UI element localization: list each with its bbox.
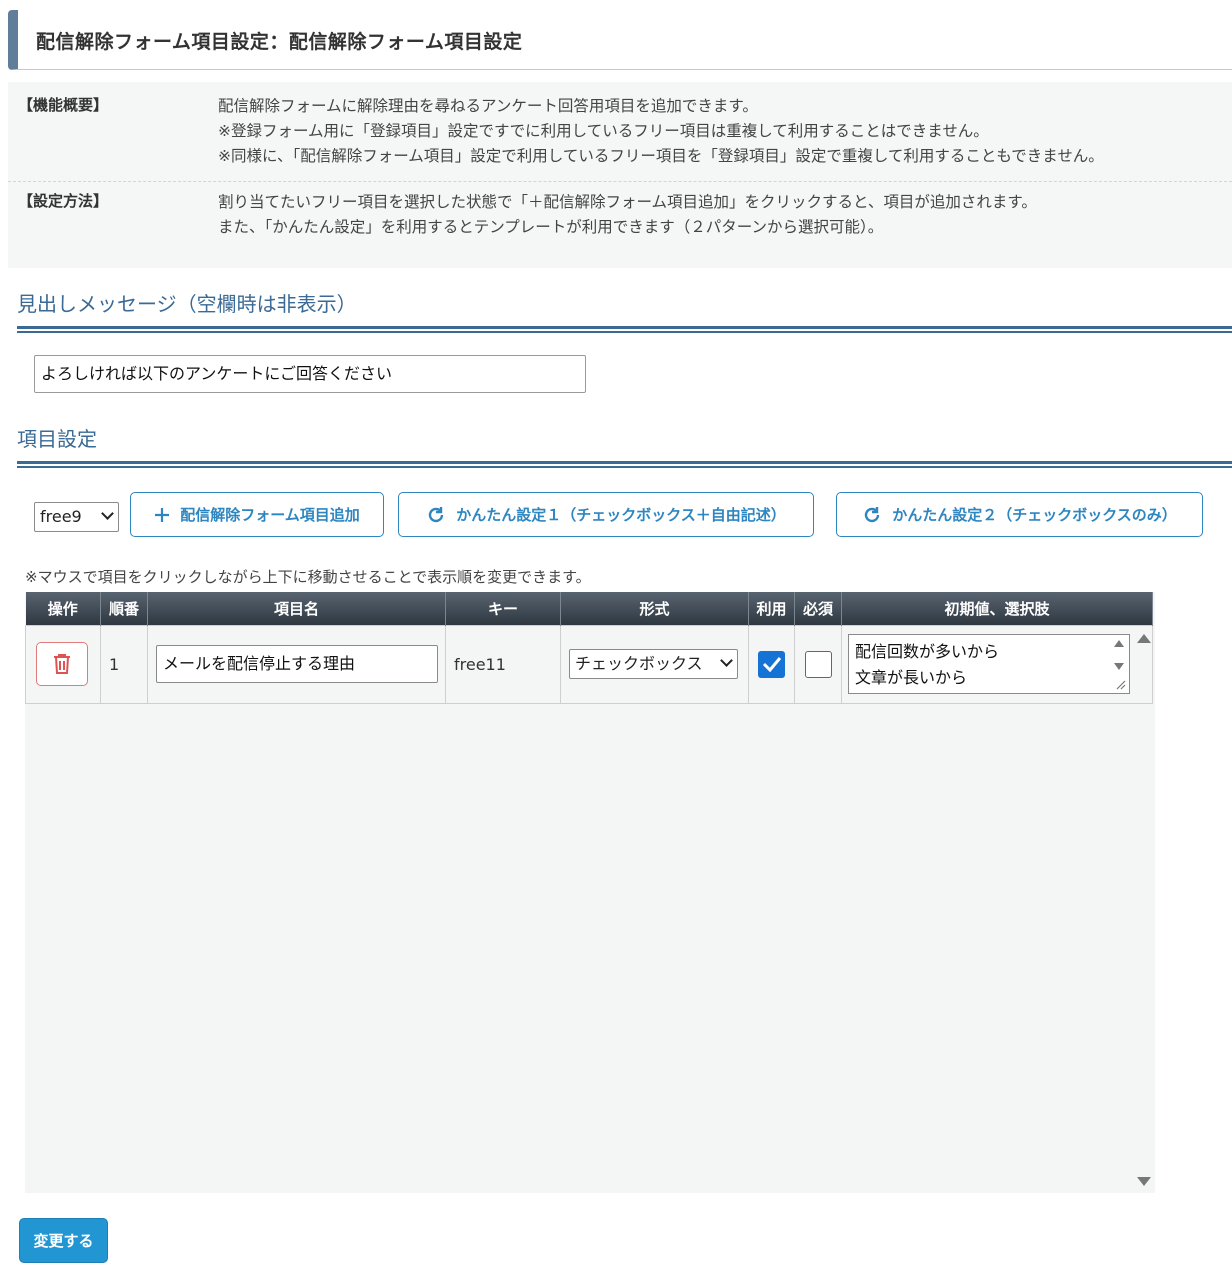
column-header-key: キー xyxy=(445,592,561,625)
check-icon xyxy=(762,657,781,673)
free-item-select-value: free9 xyxy=(40,507,82,526)
submit-button[interactable]: 変更する xyxy=(19,1218,108,1263)
free-item-select[interactable]: free9 xyxy=(34,502,119,532)
options-cell: 配信回数が多いから 文章が長いから xyxy=(841,624,1153,704)
method-label: 【設定方法】 xyxy=(18,192,109,210)
items-section-title: 項目設定 xyxy=(17,423,1232,468)
section-rule xyxy=(17,326,1232,333)
overview-label: 【機能概要】 xyxy=(18,96,109,114)
items-section-title-text: 項目設定 xyxy=(17,427,97,451)
delete-button[interactable] xyxy=(36,642,88,686)
easy-setting-2-label: かんたん設定２（チェックボックスのみ） xyxy=(892,506,1177,524)
method-line: 割り当てたいフリー項目を選択した状態で「＋配信解除フォーム項目追加」をクリックす… xyxy=(218,193,1037,211)
options-line: 配信回数が多いから xyxy=(855,642,1000,661)
type-cell: チェックボックス xyxy=(560,624,749,704)
column-header-type: 形式 xyxy=(560,592,749,625)
use-cell xyxy=(748,624,795,704)
name-cell: メールを配信停止する理由 xyxy=(147,624,446,704)
page-title: 配信解除フォーム項目設定：配信解除フォーム項目設定 xyxy=(36,31,523,53)
easy-setting-2-button[interactable]: かんたん設定２（チェックボックスのみ） xyxy=(836,492,1203,537)
overview-row: 【機能概要】 配信解除フォームに解除理由を尋ねるアンケート回答用項目を追加できま… xyxy=(8,94,1232,182)
item-type-value: チェックボックス xyxy=(575,654,703,673)
use-checkbox[interactable] xyxy=(758,650,785,678)
items-grid: 操作 順番 項目名 キー 形式 利用 必須 初期値、選択肢 1 メールを配信停止… xyxy=(25,592,1155,1193)
column-header-order: 順番 xyxy=(100,592,148,625)
key-cell: free11 xyxy=(445,624,561,704)
method-row: 【設定方法】 割り当てたいフリー項目を選択した状態で「＋配信解除フォーム項目追加… xyxy=(8,190,1232,260)
heading-message-input[interactable]: よろしければ以下のアンケートにご回答ください xyxy=(34,355,586,393)
add-item-button-label: 配信解除フォーム項目追加 xyxy=(180,506,360,524)
column-header-required: 必須 xyxy=(794,592,842,625)
options-line: 文章が長いから xyxy=(855,668,968,687)
plus-icon xyxy=(155,507,170,522)
easy-setting-1-button[interactable]: かんたん設定１（チェックボックス＋自由記述） xyxy=(398,492,814,537)
table-header-row: 操作 順番 項目名 キー 形式 利用 必須 初期値、選択肢 xyxy=(25,592,1153,625)
order-cell: 1 xyxy=(100,624,148,704)
column-header-name: 項目名 xyxy=(147,592,446,625)
overview-line: 配信解除フォームに解除理由を尋ねるアンケート回答用項目を追加できます。 xyxy=(218,97,758,115)
required-cell xyxy=(794,624,842,704)
method-text: 割り当てたいフリー項目を選択した状態で「＋配信解除フォーム項目追加」をクリックす… xyxy=(218,190,1037,240)
heading-section-title: 見出しメッセージ（空欄時は非表示） xyxy=(17,288,1232,333)
item-type-select[interactable]: チェックボックス xyxy=(569,649,738,679)
overview-line: ※同様に、「配信解除フォーム項目」設定で利用しているフリー項目を「登録項目」設定… xyxy=(218,147,1104,165)
add-item-button[interactable]: 配信解除フォーム項目追加 xyxy=(130,492,384,537)
action-cell xyxy=(25,624,101,704)
column-header-options: 初期値、選択肢 xyxy=(841,592,1153,625)
items-table: 操作 順番 項目名 キー 形式 利用 必須 初期値、選択肢 1 メールを配信停止… xyxy=(25,592,1153,704)
trash-icon xyxy=(54,654,70,674)
heading-section-title-text: 見出しメッセージ（空欄時は非表示） xyxy=(17,292,357,316)
chevron-down-icon xyxy=(101,507,114,520)
column-header-use: 利用 xyxy=(748,592,795,625)
table-row[interactable]: 1 メールを配信停止する理由 free11 チェックボックス 配信回数が多いから… xyxy=(25,624,1153,704)
chevron-down-icon xyxy=(720,654,733,667)
required-checkbox[interactable] xyxy=(804,650,832,678)
refresh-icon xyxy=(865,506,880,522)
page-header: 配信解除フォーム項目設定：配信解除フォーム項目設定 xyxy=(8,10,1232,70)
column-header-action: 操作 xyxy=(25,592,101,625)
item-name-input[interactable]: メールを配信停止する理由 xyxy=(156,645,438,683)
info-box: 【機能概要】 配信解除フォームに解除理由を尋ねるアンケート回答用項目を追加できま… xyxy=(8,82,1232,268)
grid-scrollbar[interactable] xyxy=(1135,630,1153,1190)
overview-line: ※登録フォーム用に「登録項目」設定ですでに利用しているフリー項目は重複して利用す… xyxy=(218,122,989,140)
reorder-note: ※マウスで項目をクリックしながら上下に移動させることで表示順を変更できます。 xyxy=(25,568,591,586)
method-line: また、「かんたん設定」を利用するとテンプレートが利用できます（２パターンから選択… xyxy=(218,218,884,236)
easy-setting-1-label: かんたん設定１（チェックボックス＋自由記述） xyxy=(456,506,786,524)
options-textarea[interactable]: 配信回数が多いから 文章が長いから xyxy=(848,634,1130,694)
section-rule xyxy=(17,461,1232,468)
overview-text: 配信解除フォームに解除理由を尋ねるアンケート回答用項目を追加できます。 ※登録フ… xyxy=(218,94,1104,169)
textarea-scrollbar[interactable] xyxy=(1111,637,1127,691)
refresh-icon xyxy=(429,506,444,522)
